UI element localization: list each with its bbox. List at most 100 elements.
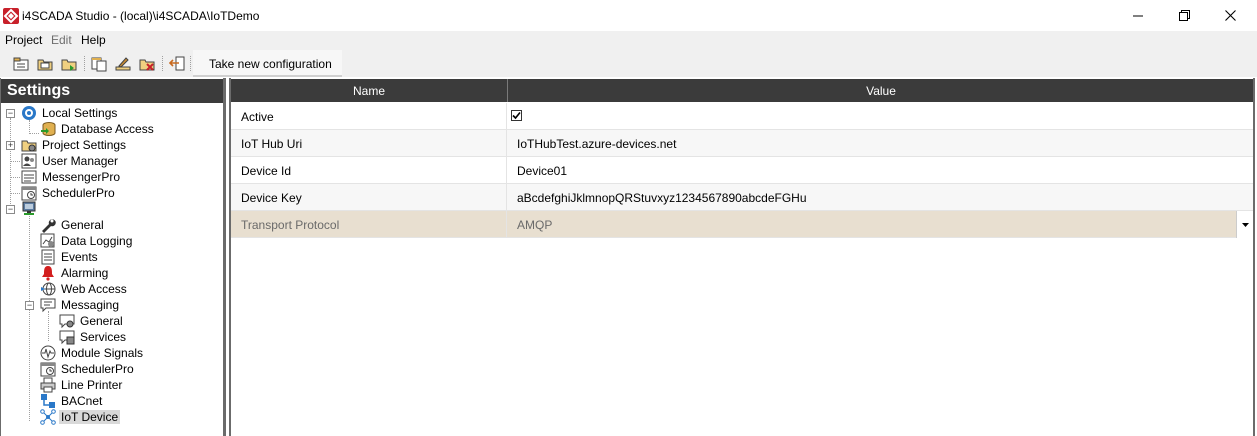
tree-item-messaging[interactable]: Messaging bbox=[40, 297, 121, 313]
settings-header: Settings bbox=[1, 79, 223, 103]
property-value[interactable]: aBcdefghiJklmnopQRStuvxyz1234567890abcde… bbox=[517, 191, 807, 205]
upload-icon[interactable] bbox=[114, 55, 132, 72]
tree-item-events[interactable]: Events bbox=[40, 249, 100, 265]
menu-edit[interactable]: Edit bbox=[51, 33, 72, 47]
messenger-icon bbox=[21, 169, 37, 185]
project-settings-icon bbox=[21, 137, 37, 153]
tree-item-label: User Manager bbox=[42, 154, 119, 168]
tree-item-iot-device[interactable]: IoT Device bbox=[40, 409, 121, 425]
tree-connector bbox=[10, 193, 20, 194]
tree-item-local-settings[interactable]: Local Settings bbox=[21, 105, 119, 121]
tree-item-database-access[interactable]: Database Access bbox=[40, 121, 156, 137]
property-value[interactable]: Device01 bbox=[517, 164, 567, 178]
tree-item-label: IoT Device bbox=[59, 410, 121, 424]
alarm-bell-icon bbox=[40, 265, 56, 281]
copy-icon[interactable] bbox=[90, 55, 108, 72]
messaging-services-icon bbox=[59, 329, 75, 345]
menu-bar: Project Edit Help bbox=[0, 31, 1257, 50]
grid-row-device-id[interactable]: Device Id Device01 bbox=[231, 157, 1253, 184]
messaging-icon bbox=[40, 297, 56, 313]
dropdown-arrow-icon[interactable] bbox=[1236, 211, 1253, 238]
grid-header: Name Value bbox=[231, 79, 1255, 102]
menu-help[interactable]: Help bbox=[81, 33, 106, 47]
scheduler-icon bbox=[40, 361, 56, 377]
settings-tree: − Local Settings Database Access + Proje… bbox=[1, 104, 223, 436]
import-icon[interactable] bbox=[60, 55, 78, 72]
property-value[interactable]: IoTHubTest.azure-devices.net bbox=[517, 137, 676, 151]
tree-item-general[interactable]: General bbox=[40, 217, 106, 233]
new-project-icon[interactable] bbox=[12, 55, 30, 72]
exit-icon[interactable] bbox=[168, 55, 186, 72]
grid-row-device-key[interactable]: Device Key aBcdefghiJklmnopQRStuvxyz1234… bbox=[231, 184, 1253, 211]
tree-item-label: Database Access bbox=[61, 122, 154, 136]
column-divider bbox=[506, 157, 507, 184]
grid-row-transport-protocol[interactable]: Transport Protocol AMQP bbox=[231, 211, 1253, 238]
take-new-configuration-button[interactable]: Take new configuration bbox=[193, 50, 342, 77]
grid-row-iot-hub-uri[interactable]: IoT Hub Uri IoTHubTest.azure-devices.net bbox=[231, 130, 1253, 157]
expander-collapse[interactable]: − bbox=[6, 205, 15, 214]
open-project-icon[interactable] bbox=[36, 55, 54, 72]
tree-item-label: SchedulerPro bbox=[42, 186, 115, 200]
restore-button[interactable] bbox=[1161, 0, 1207, 31]
property-name: IoT Hub Uri bbox=[241, 137, 303, 151]
tree-item-alarming[interactable]: Alarming bbox=[40, 265, 110, 281]
delete-icon[interactable] bbox=[138, 55, 156, 72]
events-icon bbox=[40, 249, 56, 265]
tree-item-web-access[interactable]: Web Access bbox=[40, 281, 129, 297]
tree-item-messaging-general[interactable]: General bbox=[59, 313, 125, 329]
web-access-icon bbox=[40, 281, 56, 297]
tree-item-module-signals[interactable]: Module Signals bbox=[40, 345, 145, 361]
computer-icon bbox=[21, 201, 37, 217]
tree-connector bbox=[10, 161, 20, 162]
module-signals-icon bbox=[40, 345, 56, 361]
tree-item-label: Services bbox=[80, 330, 127, 344]
tree-item-label: Module Signals bbox=[61, 346, 144, 360]
tree-item-computer[interactable] bbox=[21, 201, 44, 217]
minimize-button[interactable] bbox=[1115, 0, 1161, 31]
tree-item-bacnet[interactable]: BACnet bbox=[40, 393, 104, 409]
active-checkbox[interactable] bbox=[511, 110, 522, 121]
tree-item-messengerpro[interactable]: MessengerPro bbox=[21, 169, 122, 185]
tree-item-data-logging[interactable]: Data Logging bbox=[40, 233, 134, 249]
user-manager-icon bbox=[21, 153, 37, 169]
grid-row-active[interactable]: Active bbox=[231, 103, 1253, 130]
property-name: Transport Protocol bbox=[241, 218, 340, 232]
grid-border bbox=[1253, 78, 1255, 436]
tree-item-user-manager[interactable]: User Manager bbox=[21, 153, 120, 169]
toolbar-separator bbox=[84, 56, 86, 71]
column-divider bbox=[506, 103, 507, 130]
bacnet-icon bbox=[40, 393, 56, 409]
expander-expand[interactable]: + bbox=[6, 141, 15, 150]
close-button[interactable] bbox=[1207, 0, 1253, 31]
tree-item-line-printer[interactable]: Line Printer bbox=[40, 377, 124, 393]
column-header-name[interactable]: Name bbox=[231, 84, 507, 98]
tree-connector bbox=[10, 177, 20, 178]
tree-item-label: General bbox=[80, 314, 123, 328]
column-header-value[interactable]: Value bbox=[507, 84, 1255, 98]
column-divider bbox=[506, 184, 507, 211]
tree-item-project-settings[interactable]: Project Settings bbox=[21, 137, 128, 153]
tree-item-label: MessengerPro bbox=[42, 170, 121, 184]
expander-collapse[interactable]: − bbox=[25, 301, 34, 310]
messaging-general-icon bbox=[59, 313, 75, 329]
column-divider bbox=[506, 211, 507, 238]
tree-item-messaging-services[interactable]: Services bbox=[59, 329, 128, 345]
tree-connector bbox=[48, 311, 49, 341]
tree-item-label: BACnet bbox=[61, 394, 103, 408]
toolbar-separator bbox=[190, 56, 192, 71]
expander-collapse[interactable]: − bbox=[6, 109, 15, 118]
tree-item-label: Web Access bbox=[61, 282, 127, 296]
menu-project[interactable]: Project bbox=[5, 33, 42, 47]
column-divider bbox=[506, 130, 507, 157]
tree-item-schedulerpro[interactable]: SchedulerPro bbox=[21, 185, 117, 201]
database-icon bbox=[40, 121, 56, 137]
data-logging-icon bbox=[40, 233, 56, 249]
tree-connector bbox=[29, 216, 30, 421]
tree-item-schedulerpro-device[interactable]: SchedulerPro bbox=[40, 361, 136, 377]
tree-item-label: Messaging bbox=[61, 298, 120, 312]
tree-item-label: SchedulerPro bbox=[61, 362, 134, 376]
transport-protocol-select[interactable]: AMQP bbox=[517, 218, 552, 232]
tree-connector bbox=[10, 118, 11, 212]
tree-item-label: Line Printer bbox=[61, 378, 123, 392]
tree-item-label: Project Settings bbox=[42, 138, 127, 152]
